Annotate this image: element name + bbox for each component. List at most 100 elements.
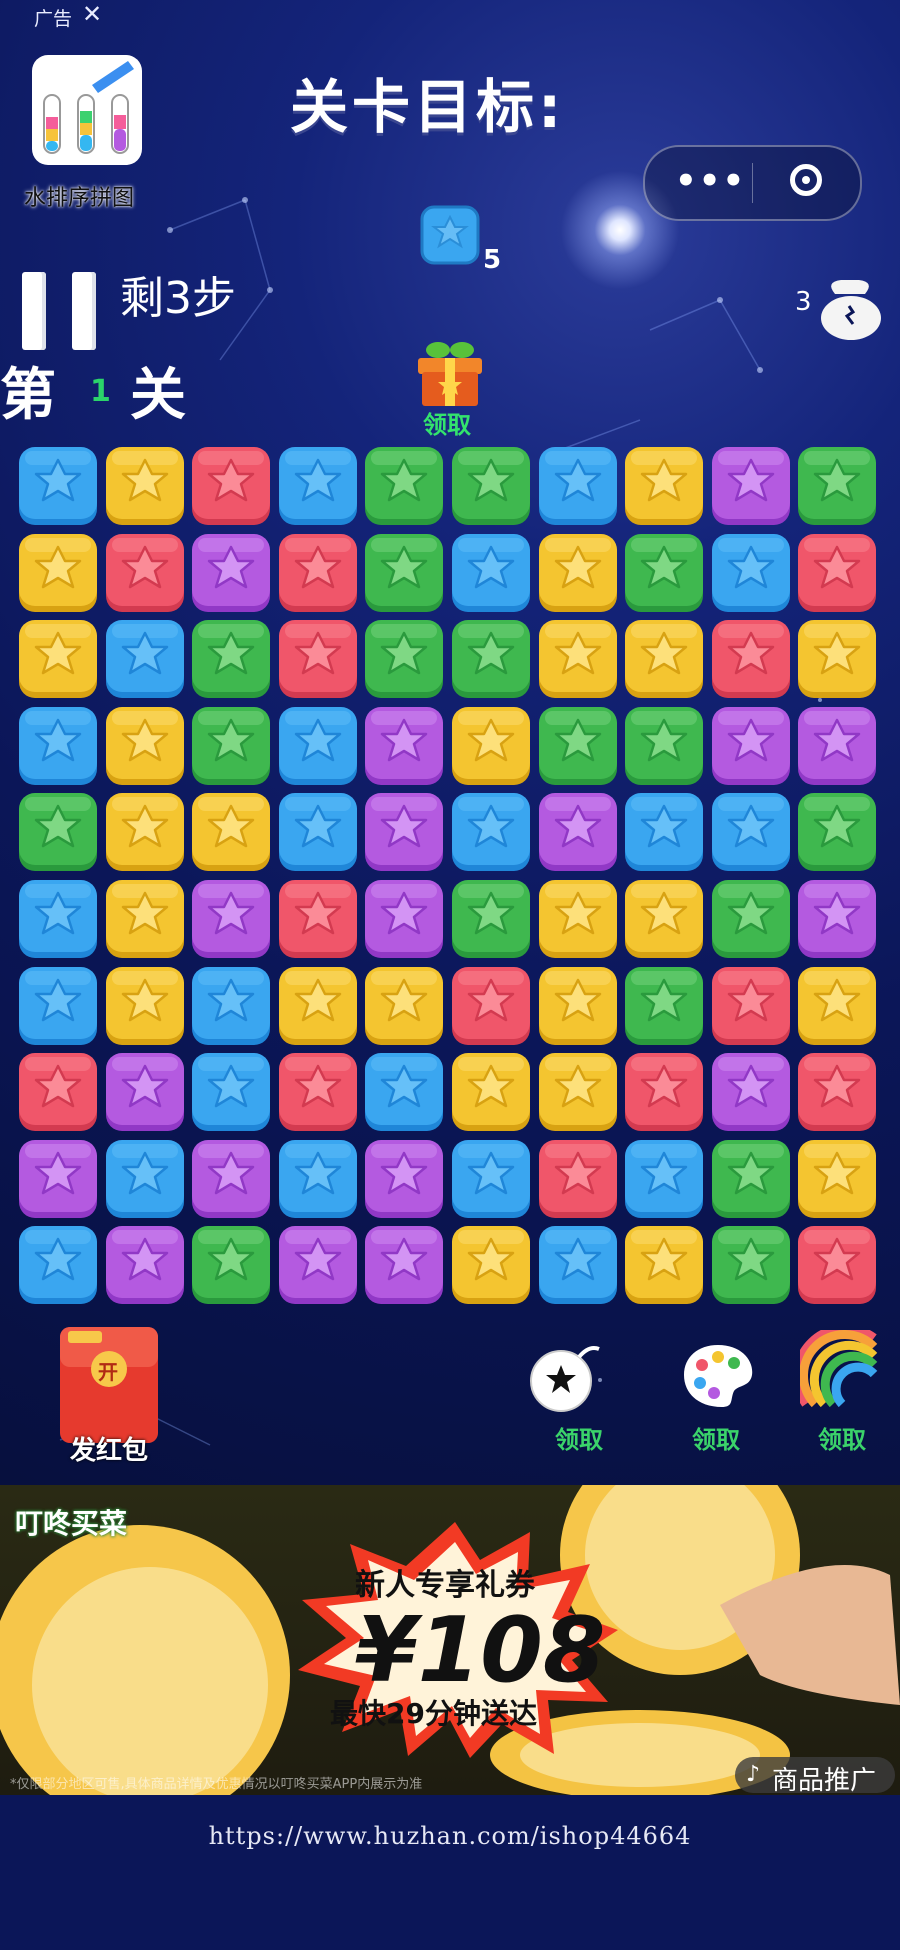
tile-blue[interactable] [364, 1052, 444, 1132]
tile-purple[interactable] [364, 706, 444, 786]
tile-purple[interactable] [711, 1052, 791, 1132]
tile-green[interactable] [711, 1139, 791, 1219]
tile-purple[interactable] [538, 792, 618, 872]
tile-red[interactable] [797, 1225, 877, 1305]
red-envelope-label[interactable]: 发红包 [70, 1430, 148, 1467]
tile-blue[interactable] [538, 446, 618, 526]
tile-purple[interactable] [105, 1225, 185, 1305]
tile-blue[interactable] [451, 792, 531, 872]
tile-yellow[interactable] [538, 619, 618, 699]
tile-green[interactable] [624, 706, 704, 786]
rainbow-claim-label[interactable]: 领取 [818, 1420, 866, 1455]
game-board[interactable] [18, 446, 884, 1312]
tile-purple[interactable] [364, 879, 444, 959]
tile-yellow[interactable] [797, 619, 877, 699]
tile-blue[interactable] [624, 1139, 704, 1219]
tile-yellow[interactable] [624, 446, 704, 526]
tile-red[interactable] [451, 966, 531, 1046]
tile-green[interactable] [364, 619, 444, 699]
tile-green[interactable] [364, 446, 444, 526]
tile-yellow[interactable] [538, 1052, 618, 1132]
tile-blue[interactable] [191, 1052, 271, 1132]
tile-red[interactable] [711, 966, 791, 1046]
tile-green[interactable] [797, 446, 877, 526]
tile-yellow[interactable] [538, 879, 618, 959]
tile-yellow[interactable] [105, 446, 185, 526]
palette-claim-label[interactable]: 领取 [692, 1420, 740, 1455]
gift-claim-label[interactable]: 领取 [423, 405, 471, 440]
tile-yellow[interactable] [18, 619, 98, 699]
tile-blue[interactable] [191, 966, 271, 1046]
tile-red[interactable] [797, 1052, 877, 1132]
tile-red[interactable] [278, 533, 358, 613]
tile-green[interactable] [624, 533, 704, 613]
tile-purple[interactable] [364, 1139, 444, 1219]
tile-red[interactable] [105, 533, 185, 613]
tile-blue[interactable] [18, 879, 98, 959]
tile-purple[interactable] [711, 706, 791, 786]
tile-blue[interactable] [18, 706, 98, 786]
tile-yellow[interactable] [451, 1052, 531, 1132]
tile-yellow[interactable] [105, 966, 185, 1046]
gift-icon[interactable] [410, 330, 490, 410]
tile-purple[interactable] [797, 879, 877, 959]
tile-purple[interactable] [191, 879, 271, 959]
tile-purple[interactable] [191, 1139, 271, 1219]
tile-blue[interactable] [624, 792, 704, 872]
tile-purple[interactable] [711, 446, 791, 526]
tile-blue[interactable] [538, 1225, 618, 1305]
more-icon[interactable]: ••• [675, 161, 746, 201]
tile-green[interactable] [451, 446, 531, 526]
pause-button-bar[interactable] [72, 272, 96, 350]
tile-green[interactable] [711, 879, 791, 959]
tile-red[interactable] [278, 1052, 358, 1132]
bomb-claim-label[interactable]: 领取 [555, 1420, 603, 1455]
tile-yellow[interactable] [538, 533, 618, 613]
tile-blue[interactable] [105, 619, 185, 699]
tile-purple[interactable] [278, 1225, 358, 1305]
red-envelope-icon[interactable] [58, 1325, 160, 1445]
tile-purple[interactable] [797, 706, 877, 786]
mini-program-capsule[interactable]: ••• [643, 145, 862, 221]
tile-red[interactable] [538, 1139, 618, 1219]
tile-blue[interactable] [278, 706, 358, 786]
tile-purple[interactable] [191, 533, 271, 613]
tile-yellow[interactable] [451, 706, 531, 786]
tile-purple[interactable] [105, 1052, 185, 1132]
tile-red[interactable] [278, 619, 358, 699]
tile-yellow[interactable] [624, 879, 704, 959]
tile-yellow[interactable] [797, 966, 877, 1046]
tile-red[interactable] [624, 1052, 704, 1132]
red-envelope-open[interactable]: 开 [98, 1356, 118, 1385]
target-icon[interactable] [790, 164, 822, 196]
tile-green[interactable] [364, 533, 444, 613]
tile-red[interactable] [278, 879, 358, 959]
tile-purple[interactable] [364, 792, 444, 872]
tile-blue[interactable] [711, 792, 791, 872]
money-bag-icon[interactable]: 3 [795, 272, 890, 342]
bomb-icon[interactable] [525, 1335, 605, 1415]
tile-blue[interactable] [278, 792, 358, 872]
tile-green[interactable] [191, 619, 271, 699]
ad-close-icon[interactable]: ✕ [82, 0, 102, 28]
tile-purple[interactable] [18, 1139, 98, 1219]
tile-red[interactable] [191, 446, 271, 526]
tile-green[interactable] [191, 706, 271, 786]
pause-button[interactable] [22, 272, 46, 350]
tile-blue[interactable] [105, 1139, 185, 1219]
tile-yellow[interactable] [624, 1225, 704, 1305]
tile-blue[interactable] [451, 533, 531, 613]
promo-label[interactable]: 商品推广 [772, 1760, 876, 1797]
tile-yellow[interactable] [105, 706, 185, 786]
tile-green[interactable] [797, 792, 877, 872]
tile-yellow[interactable] [538, 966, 618, 1046]
tile-yellow[interactable] [624, 619, 704, 699]
tile-blue[interactable] [18, 446, 98, 526]
app-icon[interactable] [32, 55, 142, 165]
tile-yellow[interactable] [18, 533, 98, 613]
tile-green[interactable] [451, 879, 531, 959]
tile-blue[interactable] [18, 1225, 98, 1305]
tile-green[interactable] [18, 792, 98, 872]
tile-yellow[interactable] [105, 792, 185, 872]
tile-blue[interactable] [451, 1139, 531, 1219]
